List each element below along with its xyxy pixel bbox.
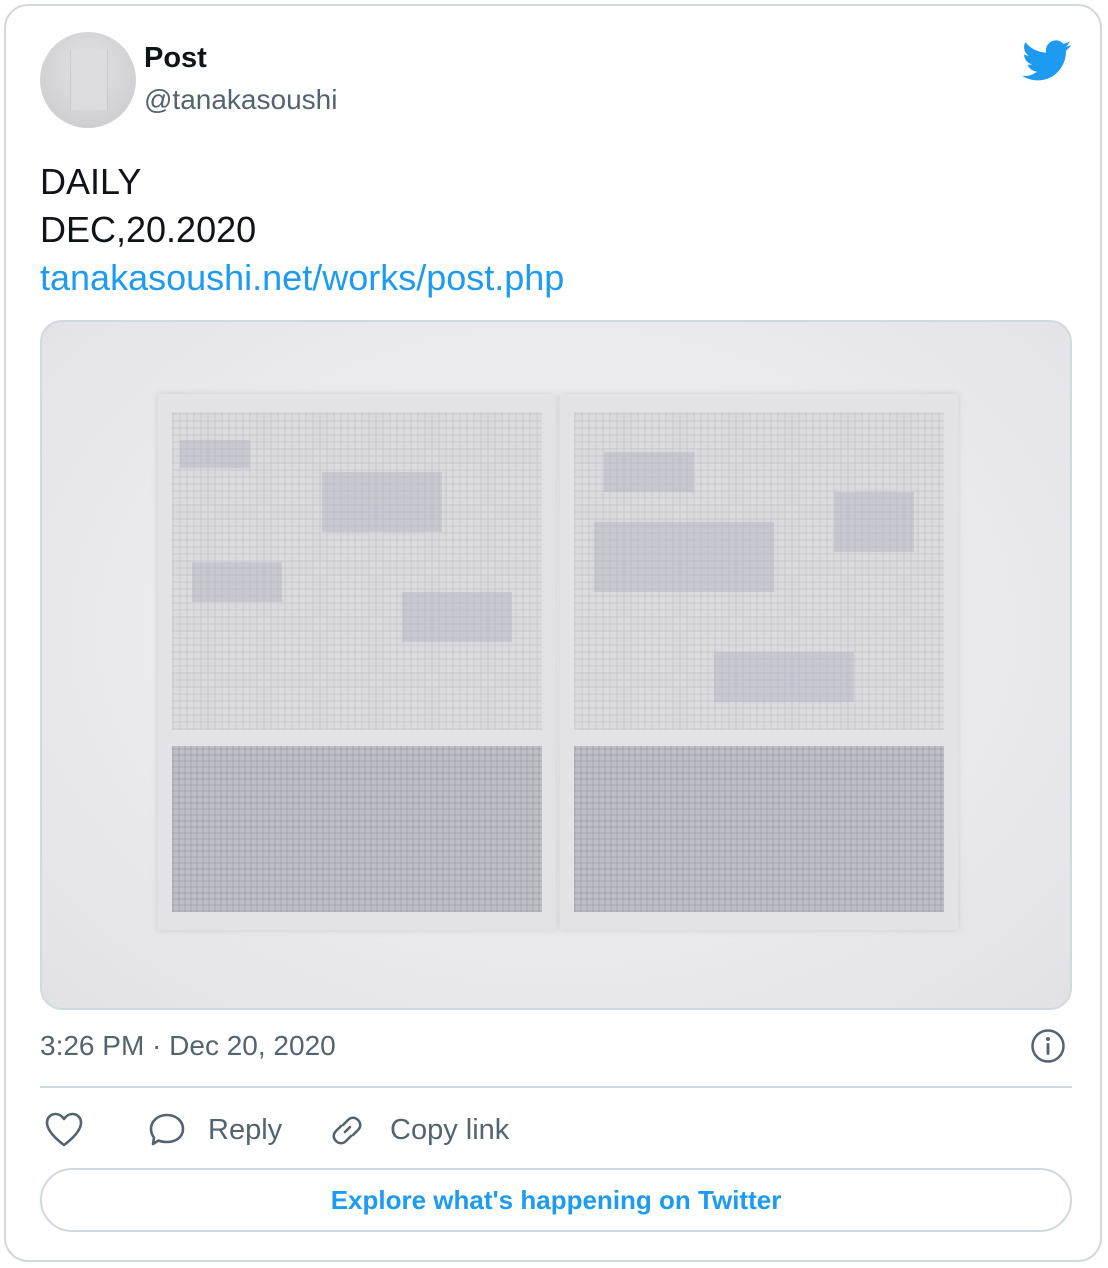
heart-icon <box>45 1112 83 1147</box>
link-icon <box>332 1116 362 1145</box>
tweet-line-1: DAILY <box>40 161 142 202</box>
speech-bubble-icon <box>149 1113 185 1146</box>
copy-link-label: Copy link <box>390 1113 510 1146</box>
newspaper-right-page <box>560 394 958 930</box>
reply-label: Reply <box>208 1113 283 1146</box>
tweet-timestamp[interactable]: 3:26 PM · Dec 20, 2020 <box>40 1030 336 1062</box>
author-handle[interactable]: @tanakasoushi <box>144 84 337 116</box>
author-display-name[interactable]: Post <box>144 42 207 75</box>
tweet-line-2: DEC,20.2020 <box>40 209 257 250</box>
tweet-actions: Reply Copy link <box>40 1106 1072 1154</box>
info-icon[interactable] <box>1030 1028 1066 1064</box>
tweet-text: DAILY DEC,20.2020 tanakasoushi.net/works… <box>40 158 564 302</box>
tweet-media-image[interactable] <box>40 320 1072 1010</box>
twitter-bird-icon[interactable] <box>1022 40 1072 82</box>
copy-link-button[interactable]: Copy link <box>328 1106 509 1154</box>
like-button[interactable] <box>44 1106 84 1154</box>
divider <box>40 1086 1072 1088</box>
advertisement-area <box>172 746 542 912</box>
print-area <box>172 412 542 730</box>
tweet-card: Post @tanakasoushi DAILY DEC,20.2020 tan… <box>4 4 1102 1262</box>
advertisement-area <box>574 746 944 912</box>
tweet-link[interactable]: tanakasoushi.net/works/post.php <box>40 254 564 302</box>
newspaper-left-page <box>158 394 556 930</box>
avatar-image-detail <box>70 50 108 110</box>
explore-twitter-button[interactable]: Explore what's happening on Twitter <box>40 1168 1072 1232</box>
reply-button[interactable]: Reply <box>148 1106 282 1154</box>
avatar[interactable] <box>40 32 136 128</box>
print-area <box>574 412 944 730</box>
